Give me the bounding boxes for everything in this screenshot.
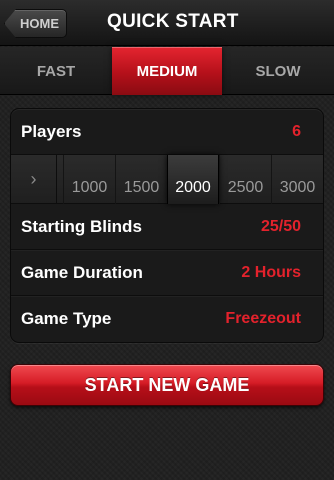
settings-panel: Players 6 › 1000 1500 2000 2500 3000 Sta… — [10, 108, 324, 343]
chip-stack-selector[interactable]: › 1000 1500 2000 2500 3000 — [11, 155, 323, 204]
game-type-value: Freezeout — [225, 310, 301, 327]
game-duration-label: Game Duration — [21, 262, 143, 282]
game-duration-row[interactable]: Game Duration 2 Hours — [11, 250, 323, 296]
tab-fast[interactable]: FAST — [0, 47, 112, 95]
chip-option-2500[interactable]: 2500 — [219, 155, 271, 204]
chevron-right-icon[interactable]: › — [11, 155, 57, 204]
start-new-game-button[interactable]: START NEW GAME — [10, 364, 324, 406]
home-button[interactable]: HOME — [4, 9, 67, 38]
chip-option-1000[interactable]: 1000 — [63, 155, 115, 204]
tab-slow[interactable]: SLOW — [222, 47, 334, 95]
tab-medium[interactable]: MEDIUM — [112, 47, 222, 95]
starting-blinds-row[interactable]: Starting Blinds 25/50 — [11, 204, 323, 250]
page-title: QUICK START — [107, 11, 239, 32]
chip-option-3000[interactable]: 3000 — [271, 155, 323, 204]
starting-blinds-value: 25/50 — [260, 217, 301, 235]
game-type-label: Game Type — [21, 309, 112, 328]
game-type-row[interactable]: Game Type Freezeout — [11, 296, 323, 342]
speed-tabs: FAST MEDIUM SLOW — [0, 47, 334, 95]
players-value: 6 — [292, 122, 301, 140]
starting-blinds-label: Starting Blinds — [21, 216, 142, 236]
chip-option-2000-selected[interactable]: 2000 — [167, 155, 219, 204]
players-row[interactable]: Players 6 — [11, 109, 323, 155]
game-duration-value: 2 Hours — [241, 263, 301, 281]
chip-option-1500[interactable]: 1500 — [115, 155, 167, 204]
players-label: Players — [21, 121, 82, 141]
top-bar: HOME QUICK START — [0, 0, 334, 46]
